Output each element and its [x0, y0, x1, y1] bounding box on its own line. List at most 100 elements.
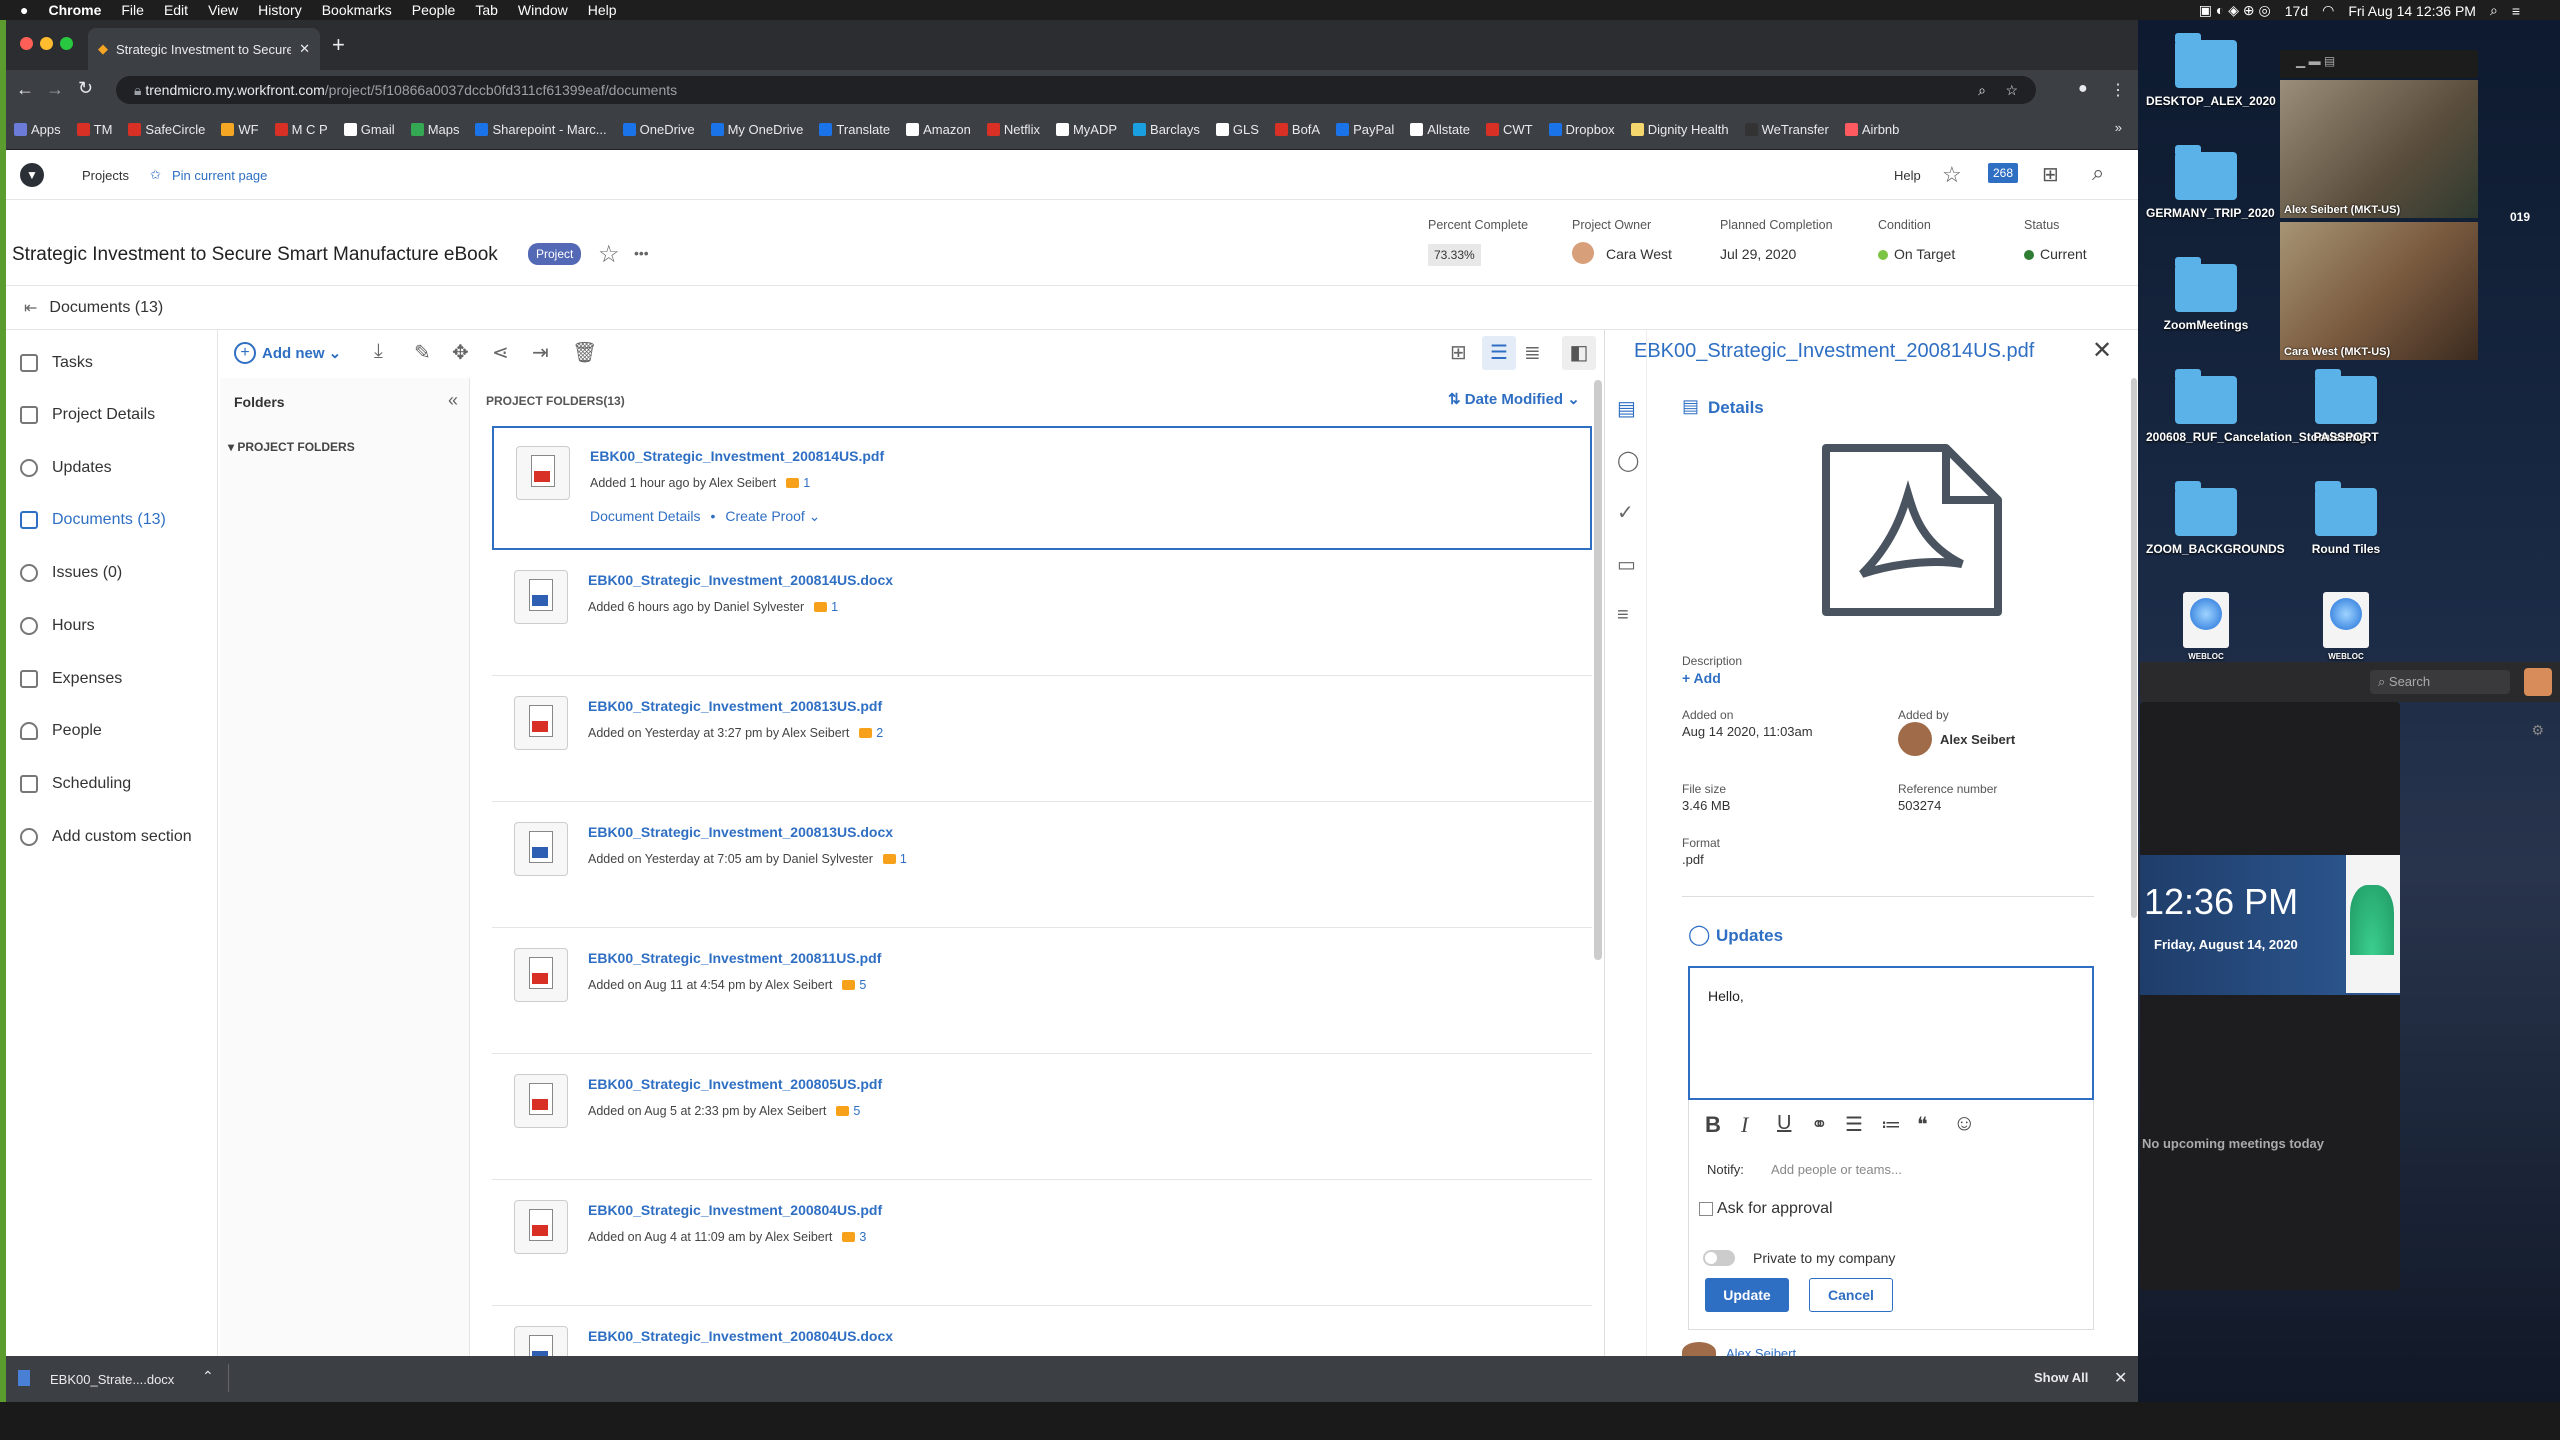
new-tab-button[interactable]: + [332, 32, 345, 58]
nav-people[interactable]: People [20, 716, 102, 746]
delete-trash-icon[interactable]: 🗑︎ [572, 340, 597, 365]
menu-bookmarks[interactable]: Bookmarks [322, 2, 392, 18]
nav-project-details[interactable]: Project Details [20, 400, 155, 430]
desktop-folder-passport[interactable]: PASSPORT [2286, 369, 2406, 444]
control-icon[interactable]: ≡ [2512, 3, 2520, 19]
document-name-link[interactable]: EBK00_Strategic_Investment_200813US.docx [588, 824, 893, 840]
back-icon[interactable]: ← [16, 79, 34, 100]
document-row[interactable]: EBK00_Strategic_Investment_200811US.pdf A… [492, 930, 1592, 1054]
bookmarks-overflow-icon[interactable]: » [2115, 120, 2122, 135]
menu-view[interactable]: View [208, 2, 238, 18]
bookmark-item[interactable]: Translate [819, 122, 890, 137]
menu-file[interactable]: File [121, 2, 144, 18]
nav-documents[interactable]: Documents (13) [20, 505, 166, 535]
nav-issues[interactable]: Issues (0) [20, 558, 122, 588]
bookmark-item[interactable]: Amazon [906, 122, 971, 137]
bookmark-item[interactable]: WeTransfer [1744, 122, 1829, 137]
bookmark-item[interactable]: My OneDrive [710, 122, 803, 137]
download-icon[interactable]: ⤓ [374, 340, 383, 363]
project-folders-tree-item[interactable]: ▾ PROJECT FOLDERS [228, 440, 355, 454]
document-name-link[interactable]: EBK00_Strategic_Investment_200804US.docx [588, 1328, 893, 1344]
edit-pencil-icon[interactable]: ✎ [414, 340, 431, 365]
menu-app-name[interactable]: Chrome [48, 2, 101, 18]
document-row[interactable]: EBK00_Strategic_Investment_200805US.pdf A… [492, 1056, 1592, 1180]
bookmark-item[interactable]: OneDrive [622, 122, 695, 137]
bookmark-item[interactable]: MyADP [1055, 122, 1117, 137]
desktop-webloc-1[interactable]: WEBLOC [2146, 592, 2266, 661]
minimize-window-button[interactable] [40, 37, 53, 50]
bookmark-item[interactable]: TM [76, 122, 112, 137]
chevron-up-icon[interactable]: ⌃ [202, 1368, 214, 1385]
desktop-webloc-2[interactable]: WEBLOC [2286, 592, 2406, 661]
comment-count[interactable]: 1 [831, 600, 838, 614]
menubar-clock[interactable]: Fri Aug 14 12:36 PM [2348, 3, 2476, 19]
status-icons[interactable]: ▣ ◐ ◈ ⊕ ◎ [2199, 2, 2271, 19]
comment-count[interactable]: 1 [900, 852, 907, 866]
bookmark-item[interactable]: Barclays [1133, 122, 1200, 137]
document-name-link[interactable]: EBK00_Strategic_Investment_200813US.pdf [588, 698, 882, 714]
numbered-list-icon[interactable]: ≔ [1881, 1112, 1901, 1137]
document-name-link[interactable]: EBK00_Strategic_Investment_200811US.pdf [588, 950, 881, 966]
zoom-search-input[interactable]: ⌕ Search [2370, 670, 2510, 694]
nav-expenses[interactable]: Expenses [20, 664, 122, 694]
zoom-window-controls[interactable]: ▁ ▬ ▤ [2296, 54, 2335, 68]
toggle-details-panel-icon[interactable]: ◧ [1562, 336, 1596, 370]
add-description-link[interactable]: + Add [1682, 670, 1721, 686]
update-comment-editor[interactable]: Hello, [1688, 966, 2094, 1100]
nav-updates[interactable]: Updates [20, 453, 112, 483]
comment-count[interactable]: 1 [803, 476, 810, 490]
comment-count[interactable]: 5 [859, 978, 866, 992]
send-to-icon[interactable]: ⇥ [532, 340, 549, 365]
comment-bubble-icon[interactable] [842, 1232, 856, 1242]
comment-bubble-icon[interactable] [836, 1106, 850, 1116]
close-downloads-icon[interactable]: ✕ [2114, 1368, 2127, 1388]
nav-projects[interactable]: Projects [82, 168, 129, 183]
ask-approval-checkbox[interactable] [1699, 1202, 1713, 1216]
link-icon[interactable]: ⚭ [1811, 1112, 1828, 1137]
emoji-icon[interactable]: ☺ [1953, 1110, 1975, 1136]
bookmark-item[interactable]: M C P [274, 122, 328, 137]
document-row[interactable]: EBK00_Strategic_Investment_200813US.pdf A… [492, 678, 1592, 802]
bullet-list-icon[interactable]: ☰ [1845, 1112, 1863, 1137]
document-list-scrollbar[interactable] [1594, 380, 1602, 960]
bookmark-item[interactable]: Airbnb [1844, 122, 1899, 137]
nav-add-custom-section[interactable]: Add custom section [20, 822, 192, 852]
collapse-nav-icon[interactable]: ⇤ [24, 298, 37, 318]
zoom-video-tile-1[interactable]: Alex Seibert (MKT-US) [2280, 80, 2478, 218]
document-name-link[interactable]: EBK00_Strategic_Investment_200814US.docx [588, 572, 893, 588]
collapse-folders-icon[interactable]: « [448, 390, 458, 411]
document-row[interactable]: EBK00_Strategic_Investment_200813US.docx… [492, 804, 1592, 928]
update-button[interactable]: Update [1705, 1278, 1789, 1312]
zoom-video-tile-2[interactable]: Cara West (MKT-US) [2280, 222, 2478, 360]
share-icon[interactable]: ⋖ [492, 340, 509, 365]
add-new-button[interactable]: Add new ⌄ [262, 344, 341, 362]
move-icon[interactable]: ✥ [452, 340, 469, 365]
comment-bubble-icon[interactable] [842, 980, 856, 990]
menu-people[interactable]: People [412, 2, 456, 18]
bookmark-item[interactable]: GLS [1215, 122, 1259, 137]
menu-history[interactable]: History [258, 2, 302, 18]
bookmark-star-icon[interactable]: ☆ [2005, 76, 2018, 104]
underline-icon[interactable]: U [1777, 1112, 1791, 1135]
menu-tab[interactable]: Tab [475, 2, 498, 18]
document-name-link[interactable]: EBK00_Strategic_Investment_200814US.pdf [590, 448, 884, 464]
bookmark-item[interactable]: Apps [14, 122, 61, 137]
menu-help[interactable]: Help [588, 2, 617, 18]
workfront-logo-icon[interactable]: ▼ [20, 163, 44, 187]
desktop-folder-zoommeetings[interactable]: ZoomMeetings [2146, 257, 2266, 332]
document-row[interactable]: EBK00_Strategic_Investment_200814US.docx… [492, 552, 1592, 676]
cancel-button[interactable]: Cancel [1809, 1278, 1893, 1312]
apple-menu-icon[interactable]: ● [20, 2, 28, 18]
project-owner-value[interactable]: Cara West [1606, 246, 1672, 262]
comment-count[interactable]: 3 [859, 1230, 866, 1244]
document-row[interactable]: EBK00_Strategic_Investment_200804US.pdf A… [492, 1182, 1592, 1306]
comment-count[interactable]: 5 [853, 1104, 860, 1118]
maximize-window-button[interactable] [60, 37, 73, 50]
bookmark-item[interactable]: Gmail [343, 122, 395, 137]
zoom-lens-icon[interactable]: ⌕ [1978, 76, 1986, 104]
bookmark-item[interactable]: CWT [1485, 122, 1533, 137]
create-proof-link[interactable]: Create Proof ⌄ [725, 508, 820, 525]
approvals-tab-icon[interactable]: ✓ [1617, 500, 1634, 525]
desktop-folder-zoom-backgrounds[interactable]: ZOOM_BACKGROUNDS [2146, 481, 2285, 556]
document-details-link[interactable]: Document Details [590, 508, 701, 525]
